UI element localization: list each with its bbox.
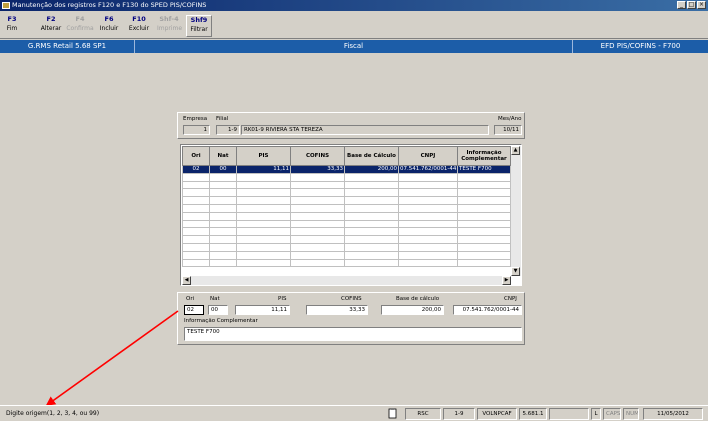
status-l: L — [591, 408, 601, 420]
status-empty — [549, 408, 589, 420]
status-caps: CAPS — [603, 408, 621, 420]
status-version: 5.681.1 — [519, 408, 547, 420]
status-hint: Digite origem(1, 2, 3, 4, ou 99) — [6, 410, 100, 417]
status-date: 11/05/2012 — [643, 408, 703, 420]
status-company: RSC — [405, 408, 441, 420]
status-user: VOLNPCAF — [477, 408, 517, 420]
red-arrow-annotation — [45, 310, 179, 406]
clipboard-icon — [386, 408, 398, 420]
status-bar: Digite origem(1, 2, 3, 4, ou 99) RSC 1-9… — [0, 405, 708, 421]
status-num: NUM — [623, 408, 639, 420]
status-branch: 1-9 — [443, 408, 475, 420]
